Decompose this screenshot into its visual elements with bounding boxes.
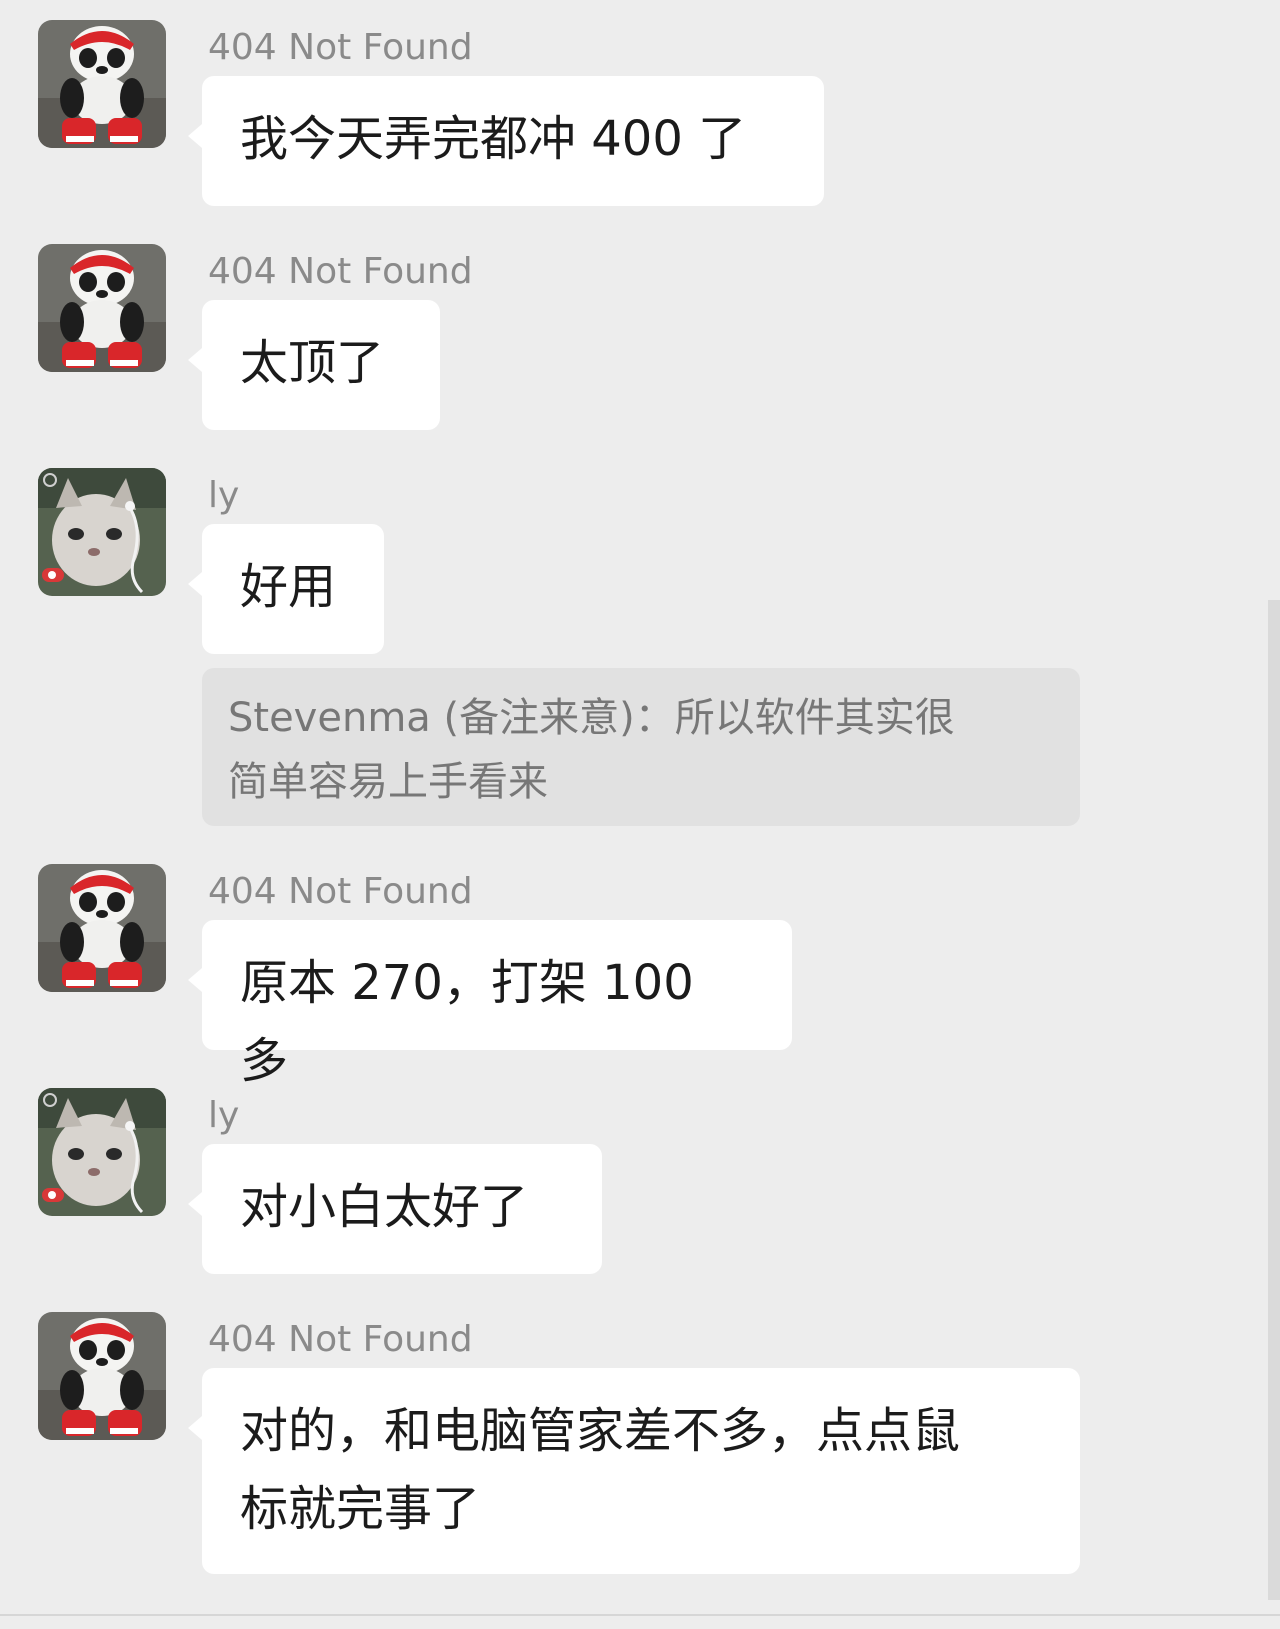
quoted-message[interactable]: Stevenma (备注来意)：所以软件其实很 简单容易上手看来 bbox=[202, 668, 1080, 826]
sender-name: ly bbox=[208, 475, 240, 516]
sender-name: 404 Not Found bbox=[208, 251, 473, 292]
sender-name: 404 Not Found bbox=[208, 1319, 473, 1360]
sender-name: 404 Not Found bbox=[208, 871, 473, 912]
sender-name: 404 Not Found bbox=[208, 27, 473, 68]
message-line: 标就完事了 bbox=[240, 1481, 481, 1537]
panda-plush-avatar[interactable] bbox=[38, 244, 166, 372]
cat-avatar[interactable] bbox=[38, 1088, 166, 1216]
divider bbox=[0, 1614, 1280, 1616]
sender-name: ly bbox=[208, 1095, 240, 1136]
message-bubble[interactable]: 太顶了 bbox=[188, 300, 440, 430]
panda-plush-avatar[interactable] bbox=[38, 864, 166, 992]
message-bubble[interactable]: 对的，和电脑管家差不多，点点鼠 标就完事了 bbox=[188, 1368, 1080, 1574]
chat-window: 404 Not Found 我今天弄完都冲 400 了 404 Not Foun… bbox=[0, 0, 1280, 1629]
message-bubble[interactable]: 对小白太好了 bbox=[188, 1144, 602, 1274]
scrollbar[interactable] bbox=[1268, 600, 1280, 1600]
message-bubble[interactable]: 原本 270，打架 100 多 bbox=[188, 920, 792, 1089]
panda-plush-avatar[interactable] bbox=[38, 1312, 166, 1440]
message-bubble[interactable]: 我今天弄完都冲 400 了 bbox=[188, 76, 824, 206]
message-bubble[interactable]: 好用 bbox=[188, 524, 384, 654]
panda-plush-avatar[interactable] bbox=[38, 20, 166, 148]
quote-line: Stevenma (备注来意)：所以软件其实很 bbox=[228, 695, 955, 741]
cat-avatar[interactable] bbox=[38, 468, 166, 596]
message-line: 对的，和电脑管家差不多，点点鼠 bbox=[240, 1403, 961, 1459]
quote-line: 简单容易上手看来 bbox=[228, 759, 548, 805]
